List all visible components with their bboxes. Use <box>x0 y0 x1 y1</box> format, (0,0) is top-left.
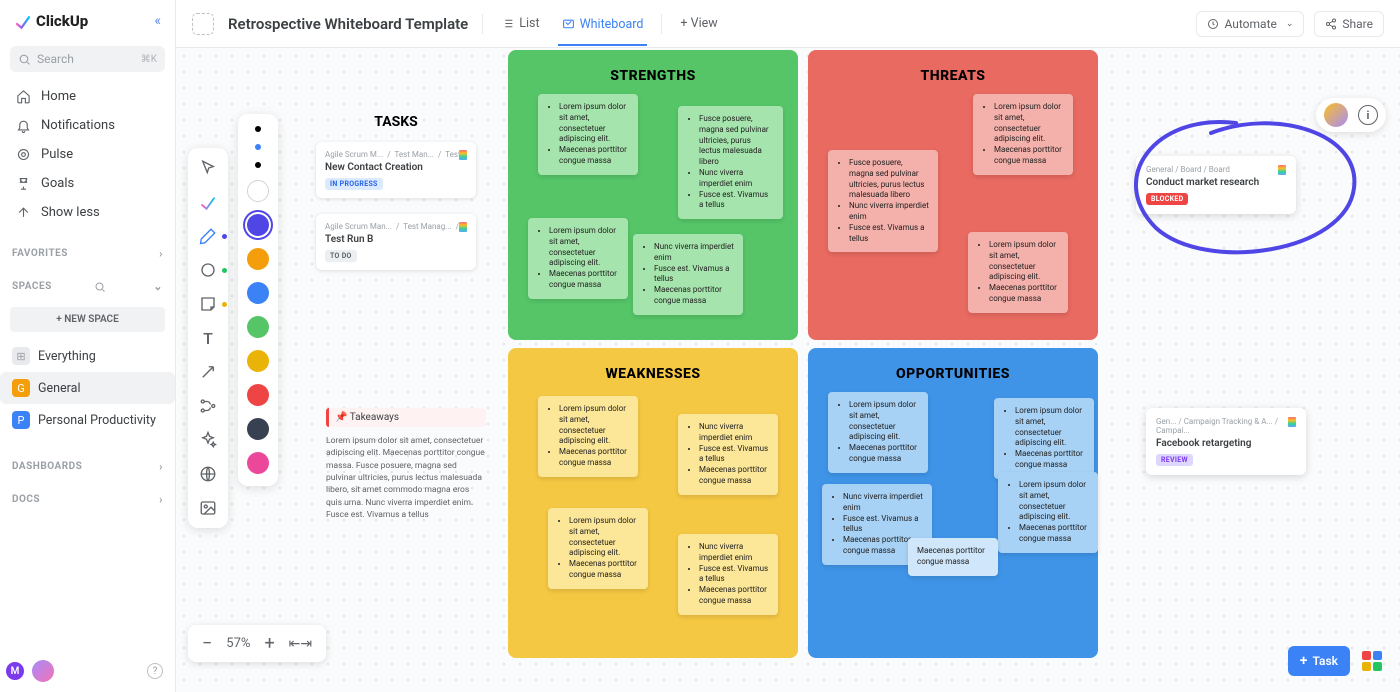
space-everything[interactable]: ⊞Everything <box>0 340 175 372</box>
zoom-out[interactable]: − <box>202 633 212 654</box>
web-tool[interactable] <box>198 464 218 484</box>
task-card[interactable]: Agile Scrum Man.../Test Manag.../Test ..… <box>316 214 476 270</box>
sticky-tool[interactable] <box>198 294 218 314</box>
nav-notifications[interactable]: Notifications <box>6 111 169 140</box>
view-list[interactable]: List <box>497 10 543 37</box>
automate-button[interactable]: Automate⌄ <box>1196 11 1304 37</box>
help-icon[interactable]: ? <box>147 663 163 679</box>
topbar: Retrospective Whiteboard Template List W… <box>176 0 1400 48</box>
section-spaces[interactable]: SPACES⌄ <box>0 270 175 303</box>
priority-flag-icon <box>1278 165 1286 175</box>
clickup-tool[interactable] <box>198 192 218 212</box>
section-docs[interactable]: DOCS› <box>0 483 175 516</box>
zoom-control: − 57% + ⇤⇥ <box>188 625 326 662</box>
chevron-down-icon: ⌄ <box>153 280 163 293</box>
color-yellow[interactable] <box>247 350 269 372</box>
section-favorites[interactable]: FAVORITES› <box>0 237 175 270</box>
pen-tool[interactable] <box>198 226 218 246</box>
presence-avatar[interactable] <box>1324 103 1348 127</box>
color-dark[interactable] <box>247 418 269 440</box>
zoom-in[interactable]: + <box>264 633 274 654</box>
user-avatar-2[interactable] <box>32 660 54 682</box>
new-task-button[interactable]: +Task <box>1288 646 1350 676</box>
color-orange[interactable] <box>247 248 269 270</box>
color-pink[interactable] <box>247 452 269 474</box>
color-red[interactable] <box>247 384 269 406</box>
new-space-button[interactable]: + NEW SPACE <box>10 307 165 332</box>
priority-flag-icon <box>1288 417 1296 427</box>
info-icon[interactable]: i <box>1358 105 1378 125</box>
user-avatar[interactable]: M <box>4 660 26 682</box>
connector-tool[interactable] <box>198 362 218 382</box>
add-view[interactable]: + View <box>676 10 721 37</box>
color-palette <box>238 114 278 486</box>
space-personal[interactable]: PPersonal Productivity <box>0 404 175 436</box>
mindmap-tool[interactable] <box>198 396 218 416</box>
ai-tool[interactable] <box>198 430 218 450</box>
zoom-level: 57% <box>226 636 250 651</box>
cursor-tool[interactable] <box>198 158 218 178</box>
nav-goals[interactable]: Goals <box>6 169 169 198</box>
space-general[interactable]: GGeneral <box>0 372 175 404</box>
quadrant-opportunities[interactable]: OPPORTUNITIES Lorem ipsum dolor sit amet… <box>808 348 1098 658</box>
tasks-column: TASKS Agile Scrum M.../Test Man.../Test … <box>316 114 476 286</box>
page-title[interactable]: Retrospective Whiteboard Template <box>228 15 468 33</box>
takeaways-block[interactable]: 📌 Takeaways Lorem ipsum dolor sit amet, … <box>326 408 486 521</box>
task-card-facebook[interactable]: Gen... / Campaign Tracking & A... / Camp… <box>1146 408 1306 475</box>
color-green[interactable] <box>247 316 269 338</box>
priority-flag-icon <box>459 222 467 232</box>
fit-screen[interactable]: ⇤⇥ <box>289 636 312 652</box>
logo[interactable]: ClickUp <box>14 12 88 30</box>
search-input[interactable]: Search ⌘K <box>10 46 165 72</box>
text-tool[interactable]: T <box>198 328 218 348</box>
chevron-right-icon: › <box>159 247 163 260</box>
view-whiteboard[interactable]: Whiteboard <box>558 11 648 46</box>
nav-show-less[interactable]: Show less <box>6 198 169 227</box>
section-dashboards[interactable]: DASHBOARDS› <box>0 450 175 483</box>
color-sky[interactable] <box>247 282 269 304</box>
sidebar: ClickUp « Search ⌘K Home Notifications P… <box>0 0 176 692</box>
whiteboard-canvas[interactable]: T <box>176 48 1400 692</box>
whiteboard-toolbar: T <box>188 148 228 528</box>
image-tool[interactable] <box>198 498 218 518</box>
color-white[interactable] <box>247 180 269 202</box>
template-icon[interactable] <box>192 13 214 35</box>
task-card[interactable]: Agile Scrum M.../Test Man.../Test Scenar… <box>316 142 476 198</box>
apps-icon[interactable] <box>1362 651 1382 671</box>
nav-pulse[interactable]: Pulse <box>6 140 169 169</box>
quadrant-strengths[interactable]: STRENGTHS Lorem ipsum dolor sit amet, co… <box>508 50 798 340</box>
nav-home[interactable]: Home <box>6 82 169 111</box>
priority-flag-icon <box>459 150 467 160</box>
shape-tool[interactable] <box>198 260 218 280</box>
collapse-sidebar-icon[interactable]: « <box>154 13 161 29</box>
share-button[interactable]: Share <box>1314 11 1384 37</box>
color-blue[interactable] <box>247 214 269 236</box>
presence-bar: i <box>1316 98 1386 132</box>
quadrant-weaknesses[interactable]: WEAKNESSES Lorem ipsum dolor sit amet, c… <box>508 348 798 658</box>
task-card-market-research[interactable]: General / Board / Board Conduct market r… <box>1136 156 1296 214</box>
quadrant-threats[interactable]: THREATS Lorem ipsum dolor sit amet, cons… <box>808 50 1098 340</box>
